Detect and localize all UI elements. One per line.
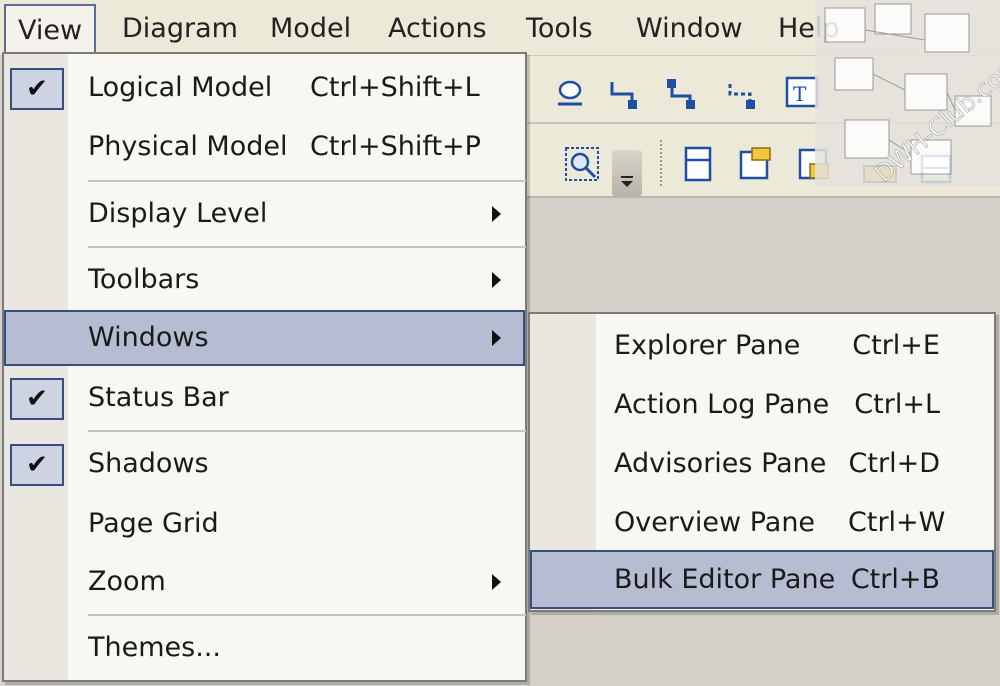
menu-item-zoom[interactable]: Zoom [4,554,525,610]
menu-item-action-log-pane[interactable]: Action Log Pane Ctrl+L [530,375,994,434]
menu-item-bulk-editor-pane[interactable]: Bulk Editor Pane Ctrl+B [530,550,994,609]
toolbar-overflow-button[interactable] [612,150,642,196]
windows-submenu: Explorer Pane Ctrl+E Action Log Pane Ctr… [528,312,996,612]
menu-item-themes[interactable]: Themes... [4,620,525,676]
menu-item-label: Windows [88,322,209,353]
menu-item-explorer-pane[interactable]: Explorer Pane Ctrl+E [530,316,994,375]
menu-separator [88,246,526,248]
menu-model[interactable]: Model [258,4,363,54]
menu-item-label: Themes... [88,632,221,663]
identifying-relationship-icon[interactable] [664,76,700,112]
menu-item-shadows[interactable]: ✔ Shadows [4,436,525,492]
menu-diagram[interactable]: Diagram [110,4,250,54]
non-identifying-relationship-icon[interactable] [724,76,760,112]
menu-item-label: Display Level [88,198,268,229]
menu-item-shortcut: Ctrl+D [848,448,940,479]
menu-item-advisories-pane[interactable]: Advisories Pane Ctrl+D [530,434,994,493]
submenu-arrow-icon [492,574,501,590]
menu-window[interactable]: Window [624,4,754,54]
menu-item-toolbars[interactable]: Toolbars [4,252,525,308]
chevron-down-icon [621,176,633,187]
watermark-logo: DWH-Club.com [815,0,1000,186]
note-icon[interactable] [738,146,774,182]
menu-item-label: Bulk Editor Pane [614,564,836,595]
menu-item-label: Page Grid [88,508,219,539]
menu-item-label: Shadows [88,448,209,479]
view-menu: ✔ Logical Model Ctrl+Shift+L Physical Mo… [2,52,527,682]
menu-separator [88,614,526,616]
checkmark-icon: ✔ [10,444,64,486]
submenu-arrow-icon [492,272,501,288]
menu-separator [88,430,526,432]
menu-item-label: Toolbars [88,264,200,295]
menu-item-label: Physical Model [88,131,288,162]
menu-actions[interactable]: Actions [376,4,499,54]
submenu-arrow-icon [492,206,501,222]
menu-item-display-level[interactable]: Display Level [4,186,525,242]
relationship-icon[interactable] [606,76,642,112]
toolbar-grip[interactable] [660,140,664,186]
checkmark-icon: ✔ [10,68,64,110]
menu-item-label: Zoom [88,566,166,597]
menu-item-label: Status Bar [88,382,229,413]
menu-item-overview-pane[interactable]: Overview Pane Ctrl+W [530,493,994,552]
menu-item-label: Overview Pane [614,507,816,538]
menu-item-page-grid[interactable]: Page Grid [4,496,525,552]
menu-item-shortcut: Ctrl+Shift+L [310,72,480,103]
menu-item-label: Advisories Pane [614,448,827,479]
menu-item-shortcut: Ctrl+W [848,507,946,538]
menu-item-shortcut: Ctrl+E [852,330,940,361]
svg-text:T: T [793,82,807,106]
menu-item-physical-model[interactable]: Physical Model Ctrl+Shift+P [4,119,525,175]
menu-item-windows[interactable]: Windows [4,310,525,366]
menu-item-label: Logical Model [88,72,273,103]
menu-separator [88,180,526,182]
menu-item-label: Explorer Pane [614,330,801,361]
submenu-arrow-icon [492,330,501,346]
menu-item-logical-model[interactable]: ✔ Logical Model Ctrl+Shift+L [4,60,525,116]
menu-item-shortcut: Ctrl+B [850,564,940,595]
menu-item-label: Action Log Pane [614,389,830,420]
checkmark-icon: ✔ [10,378,64,420]
view-icon[interactable] [680,146,716,182]
menu-item-shortcut: Ctrl+L [854,389,940,420]
zoom-to-fit-icon[interactable] [564,146,600,182]
menu-item-shortcut: Ctrl+Shift+P [310,131,481,162]
menu-tools[interactable]: Tools [514,4,605,54]
menu-item-status-bar[interactable]: ✔ Status Bar [4,370,525,426]
entity-icon[interactable] [552,76,588,112]
menu-view[interactable]: View [4,4,97,54]
